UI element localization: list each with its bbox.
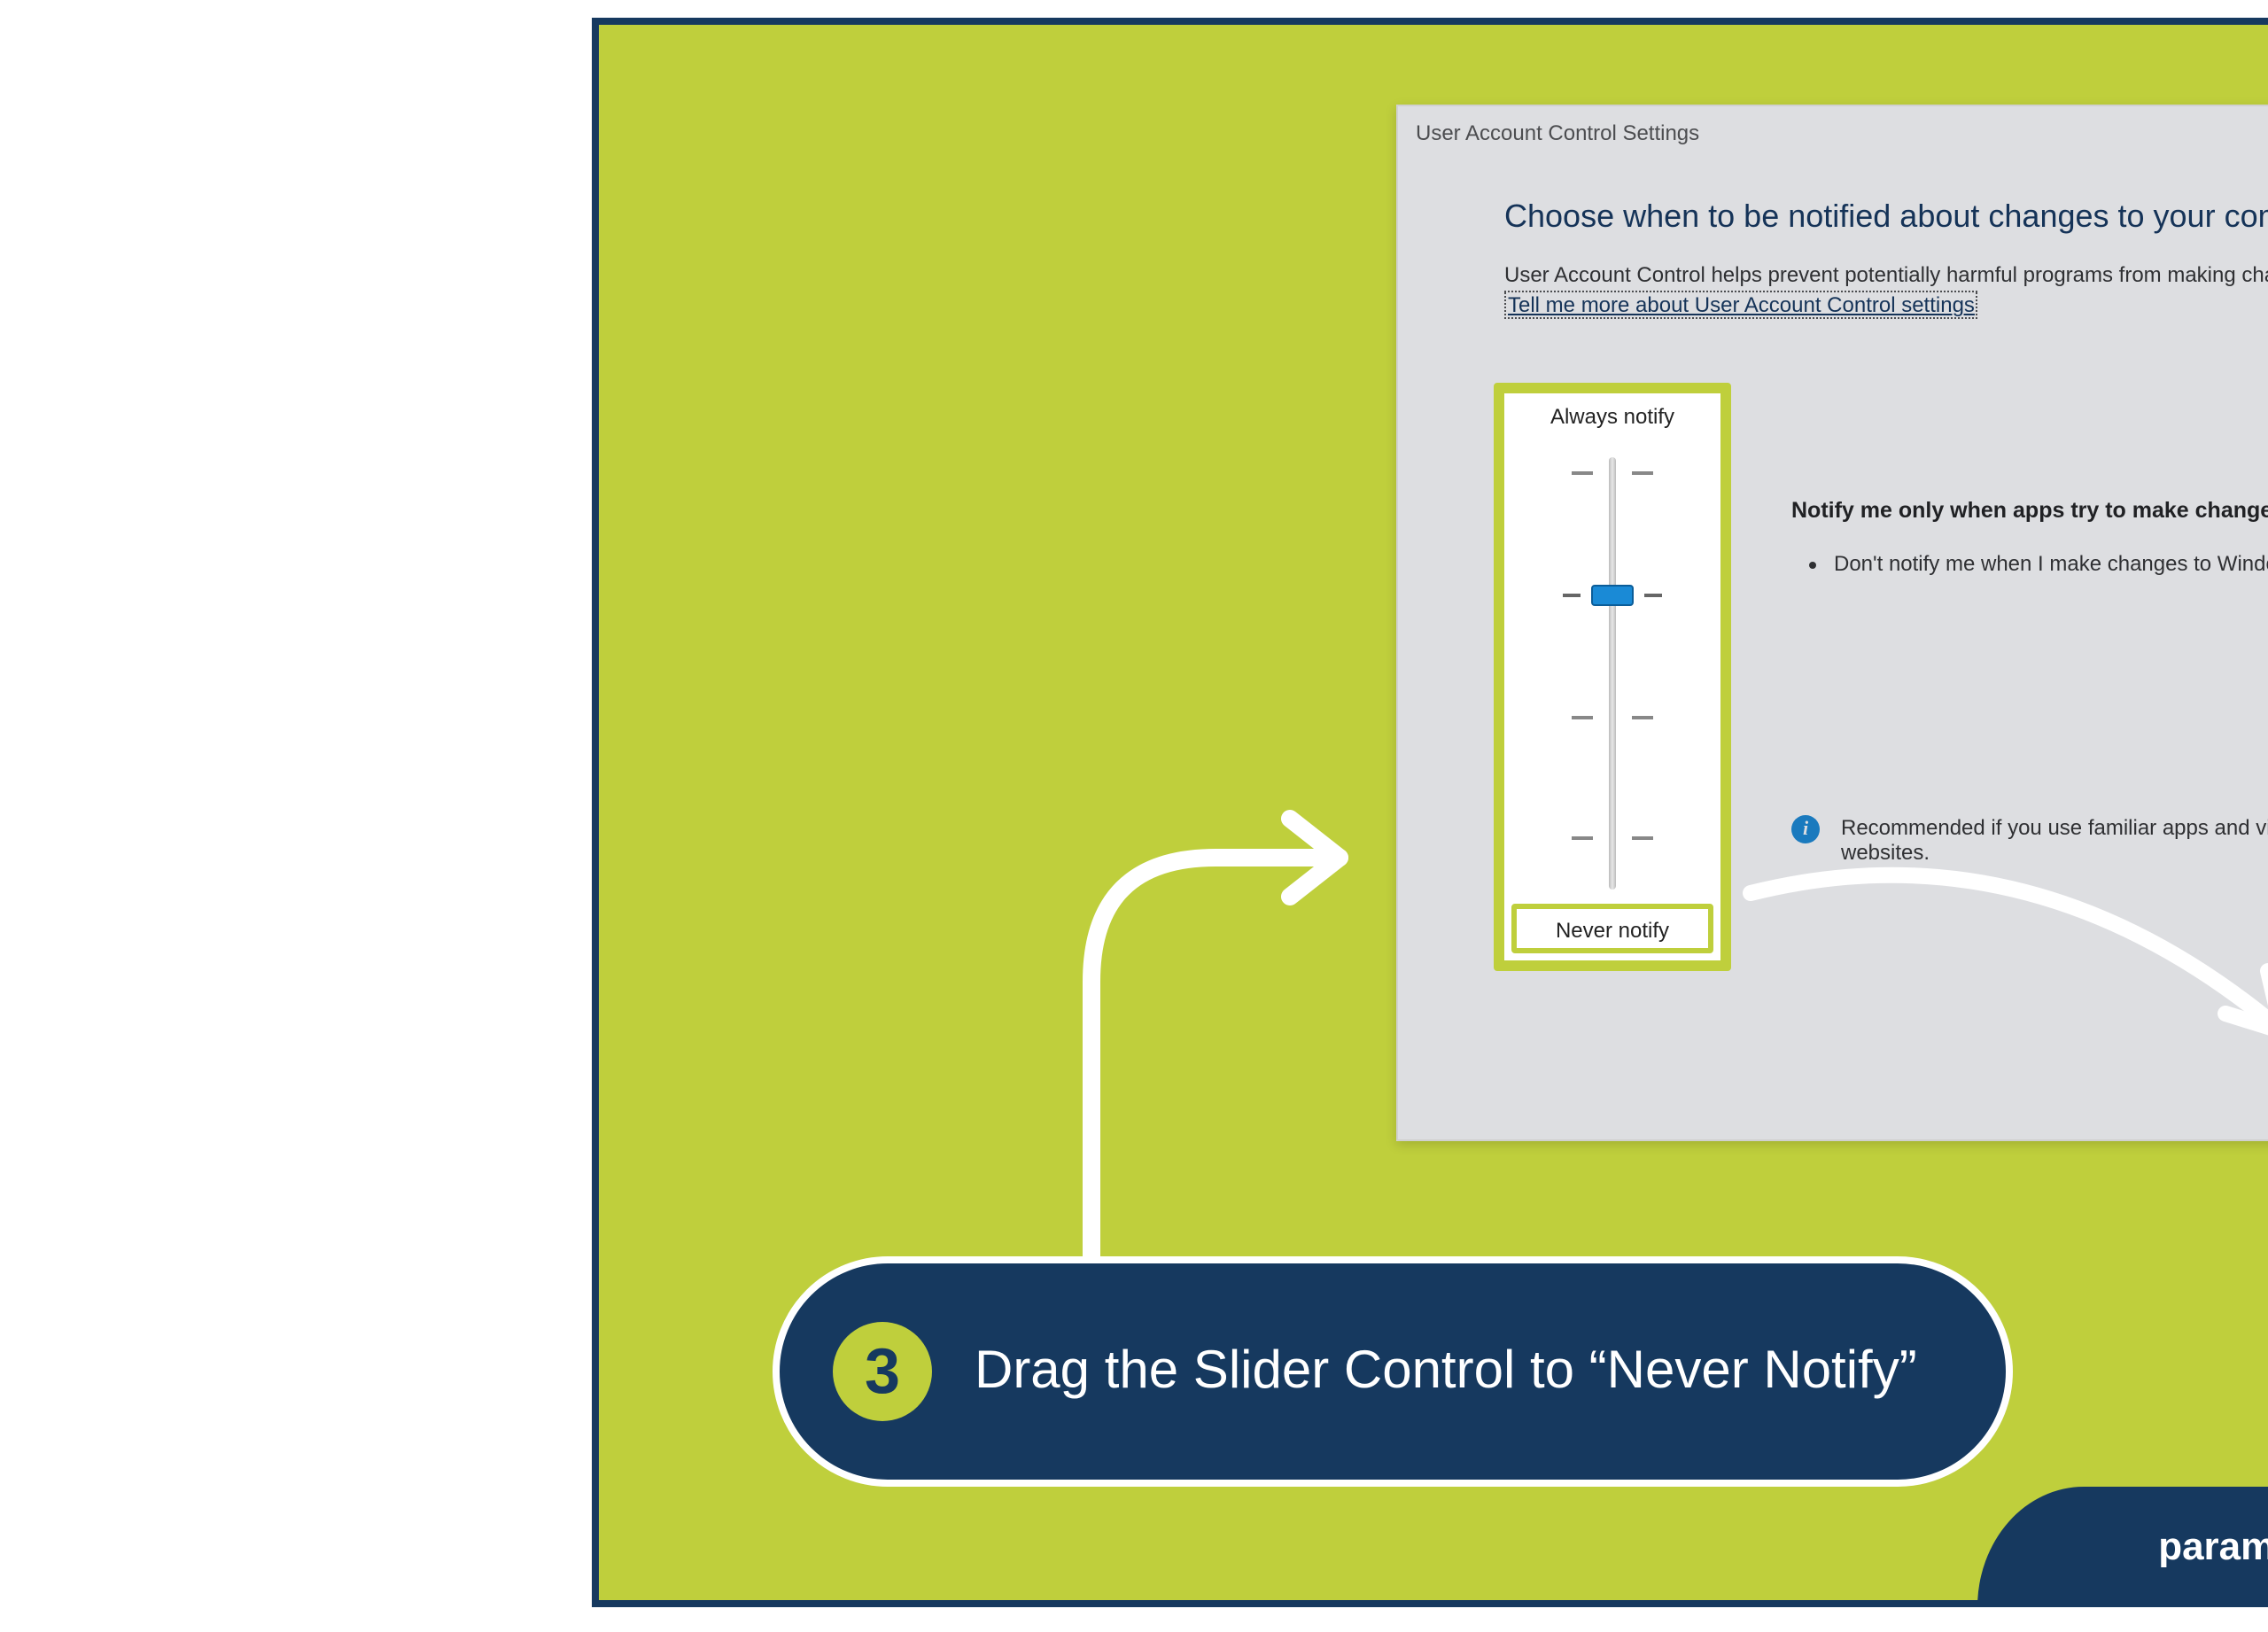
step-callout: 3 Drag the Slider Control to “Never Noti… bbox=[773, 1256, 2013, 1487]
slider-label-top: Always notify bbox=[1504, 404, 1720, 429]
step-text: Drag the Slider Control to “Never Notify… bbox=[975, 1339, 1917, 1405]
dialog-body: Choose when to be notified about changes… bbox=[1398, 159, 2268, 1139]
window-title: User Account Control Settings bbox=[1416, 120, 2268, 145]
slider-tick bbox=[1572, 716, 1653, 719]
arrow-icon bbox=[1038, 769, 1393, 1301]
tutorial-frame: User Account Control Settings Choose whe… bbox=[592, 18, 2268, 1607]
uac-slider[interactable]: Always notify Never notify bbox=[1504, 393, 1720, 960]
slider-tick bbox=[1572, 471, 1653, 475]
recommendation-row: i Recommended if you use familiar apps a… bbox=[1791, 815, 2268, 865]
slider-track bbox=[1609, 457, 1616, 890]
slider-description: Notify me only when apps try to make cha… bbox=[1791, 496, 2268, 576]
brand-footer: paramounttechsolution.com bbox=[1977, 1487, 2268, 1607]
description-title: Notify me only when apps try to make cha… bbox=[1791, 496, 2268, 526]
recommendation-text: Recommended if you use familiar apps and… bbox=[1841, 815, 2268, 865]
slider-label-bottom: Never notify bbox=[1504, 918, 1720, 943]
uac-dialog: User Account Control Settings Choose whe… bbox=[1396, 105, 2268, 1141]
dialog-subtext: User Account Control helps prevent poten… bbox=[1504, 260, 2268, 289]
help-link[interactable]: Tell me more about User Account Control … bbox=[1504, 291, 1978, 319]
info-icon: i bbox=[1791, 815, 1820, 843]
description-bullet: Don't notify me when I make changes to W… bbox=[1834, 551, 2268, 576]
step-number-badge: 3 bbox=[833, 1322, 932, 1421]
slider-tick bbox=[1572, 836, 1653, 840]
slider-thumb[interactable] bbox=[1591, 585, 1634, 606]
titlebar: User Account Control Settings bbox=[1398, 106, 2268, 159]
dialog-heading: Choose when to be notified about changes… bbox=[1504, 198, 2268, 236]
